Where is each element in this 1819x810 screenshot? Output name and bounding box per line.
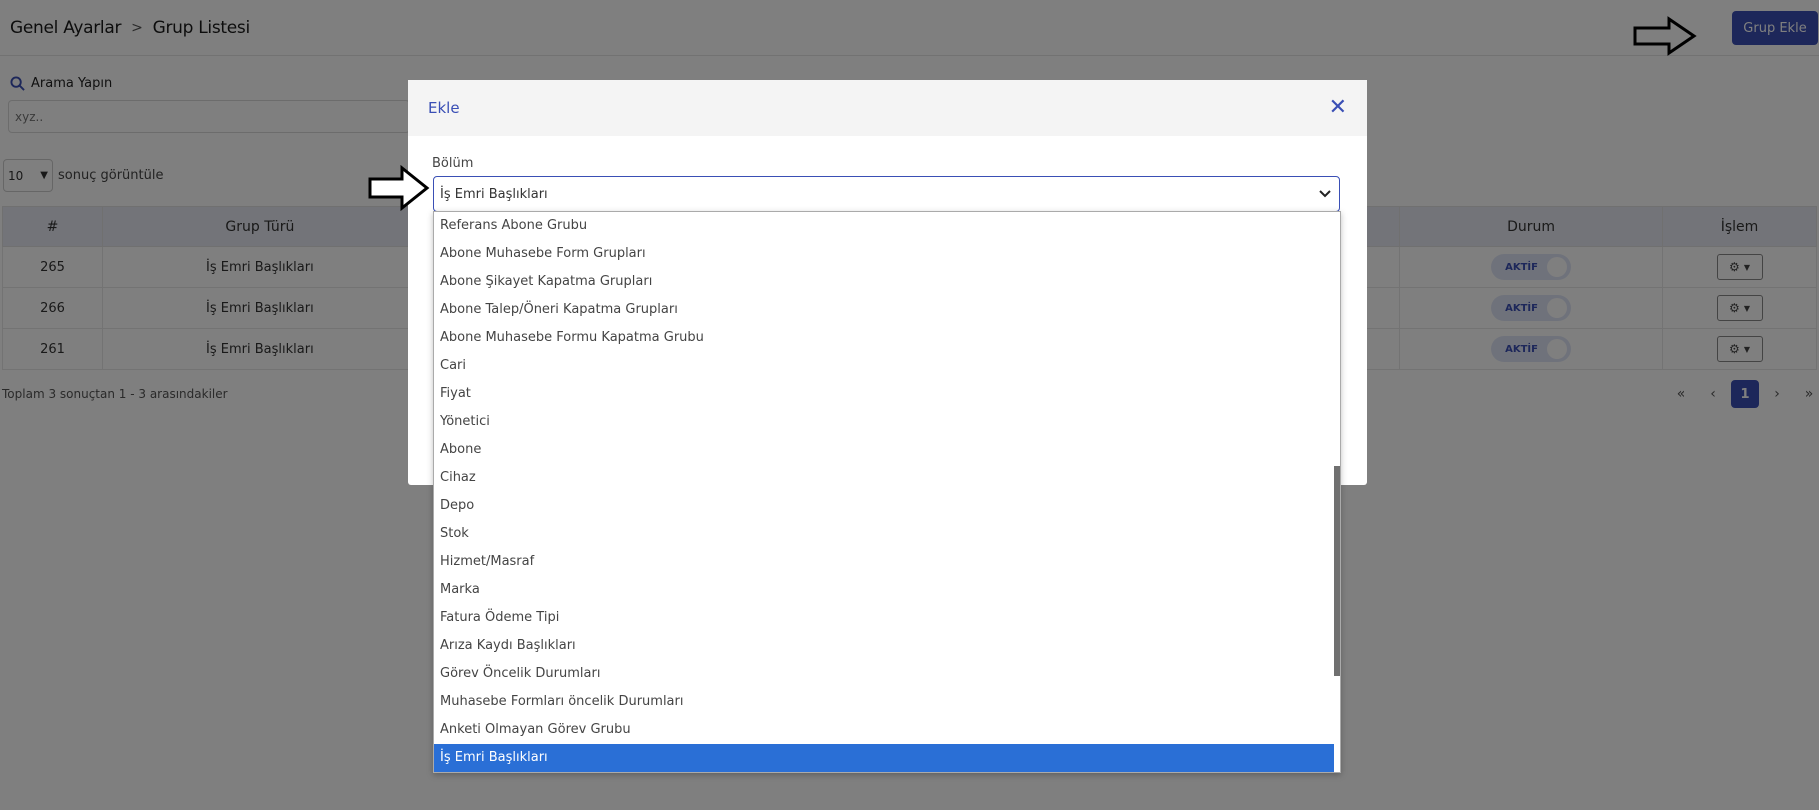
dropdown-option[interactable]: Abone Muhasebe Form Grupları <box>434 240 1336 268</box>
dropdown-option[interactable]: Cihaz <box>434 464 1336 492</box>
section-dropdown-list: Referans Abone Grubu Abone Muhasebe Form… <box>433 211 1341 773</box>
scrollbar[interactable] <box>1334 212 1340 772</box>
dropdown-option[interactable]: Fiyat <box>434 380 1336 408</box>
dropdown-option[interactable]: Stok <box>434 520 1336 548</box>
dropdown-option[interactable]: Görev Öncelik Durumları <box>434 660 1336 688</box>
scrollbar-thumb[interactable] <box>1334 466 1340 676</box>
dropdown-option[interactable]: Anketi Olmayan Görev Grubu <box>434 716 1336 744</box>
dropdown-option[interactable]: Abone Muhasebe Formu Kapatma Grubu <box>434 324 1336 352</box>
dropdown-option[interactable]: Cari <box>434 352 1336 380</box>
dropdown-option-selected[interactable]: İş Emri Başlıkları <box>434 744 1336 772</box>
modal-title: Ekle <box>428 99 460 117</box>
dropdown-option[interactable]: Depo <box>434 492 1336 520</box>
dropdown-option[interactable]: Referans Abone Grubu <box>434 212 1336 240</box>
dropdown-option[interactable]: Arıza Kaydı Başlıkları <box>434 632 1336 660</box>
arrow-right-icon <box>368 165 430 211</box>
dropdown-option[interactable]: Abone <box>434 436 1336 464</box>
dropdown-option[interactable]: Marka <box>434 576 1336 604</box>
dropdown-option[interactable]: Hizmet/Masraf <box>434 548 1336 576</box>
close-icon[interactable]: ✕ <box>1329 97 1347 119</box>
dropdown-option[interactable]: Yönetici <box>434 408 1336 436</box>
section-select[interactable]: İş Emri Başlıkları <box>433 176 1340 212</box>
modal-header: Ekle ✕ <box>408 80 1367 136</box>
section-field-label: Bölüm <box>432 156 474 171</box>
dropdown-option[interactable]: Abone Şikayet Kapatma Grupları <box>434 268 1336 296</box>
dropdown-option[interactable]: Muhasebe Formları öncelik Durumları <box>434 688 1336 716</box>
dropdown-option[interactable]: Abone Talep/Öneri Kapatma Grupları <box>434 296 1336 324</box>
section-select-value: İş Emri Başlıkları <box>440 186 548 202</box>
chevron-down-icon <box>1319 190 1331 198</box>
dropdown-option[interactable]: Fatura Ödeme Tipi <box>434 604 1336 632</box>
